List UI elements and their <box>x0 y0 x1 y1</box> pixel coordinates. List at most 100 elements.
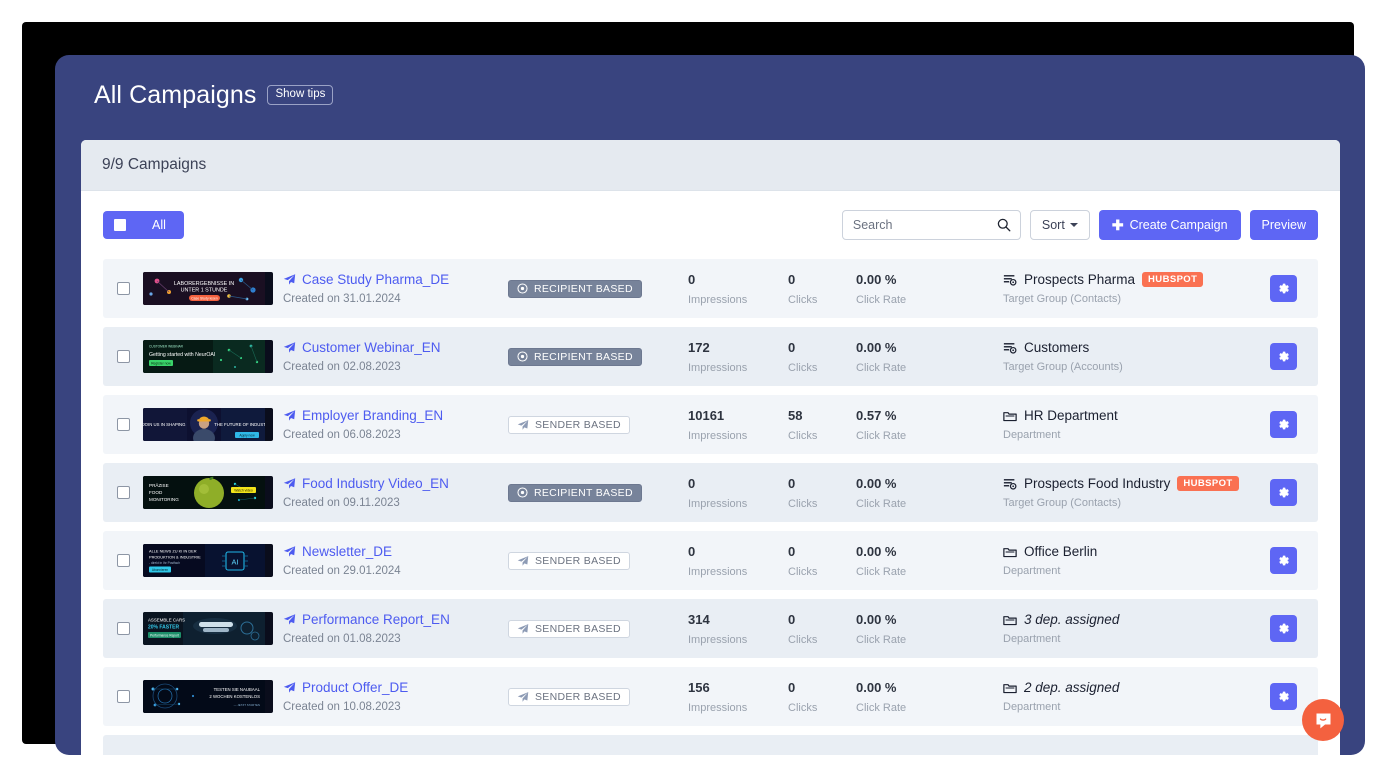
click-rate-cell: 0.57 %Click Rate <box>856 408 1003 442</box>
campaign-type-cell: RECIPIENT BASED <box>508 280 688 298</box>
svg-text:Abonnieren: Abonnieren <box>152 568 169 572</box>
svg-text:LABORERGEBNISSE IN: LABORERGEBNISSE IN <box>174 281 234 287</box>
device-bezel: All Campaigns Show tips 9/9 Campaigns Al… <box>22 22 1354 744</box>
table-row[interactable]: TESTEN SIE NAUBAAL2 WOCHEN KOSTENLOS— JE… <box>103 667 1318 726</box>
campaign-thumbnail: PRÄZISEFOODMONITORINGWatch video <box>143 476 273 509</box>
campaign-thumbnail: CUSTOMER WEBINARGetting started with Neu… <box>143 340 273 373</box>
clicks-value: 0 <box>788 612 856 627</box>
click-rate-value: 0.00 % <box>856 476 1003 491</box>
target-sublabel: Target Group (Contacts) <box>1003 497 1248 509</box>
campaign-thumbnail: LABORERGEBNISSE INUNTER 1 STUNDECase Stu… <box>143 272 273 305</box>
target-cell: Customers Target Group (Accounts) <box>1003 340 1248 373</box>
select-all-label: All <box>152 218 166 232</box>
campaign-name-cell: Case Study Pharma_DECreated on 31.01.202… <box>273 272 508 305</box>
svg-text:Watch video: Watch video <box>234 488 253 492</box>
campaign-name-link[interactable]: Newsletter_DE <box>283 544 508 559</box>
table-row[interactable]: CUSTOMER WEBINARGetting started with Neu… <box>103 327 1318 386</box>
preview-button[interactable]: Preview <box>1250 210 1318 240</box>
show-tips-button[interactable]: Show tips <box>267 85 333 106</box>
search-box[interactable] <box>842 210 1021 240</box>
campaign-name-link[interactable]: Case Study Pharma_DE <box>283 272 508 287</box>
department-icon <box>1003 681 1017 695</box>
svg-text:AI: AI <box>232 557 239 566</box>
campaign-name-link[interactable]: Employer Branding_EN <box>283 408 508 423</box>
target-name: Prospects Food Industry <box>1024 476 1170 491</box>
impressions-cell: 10161Impressions <box>688 408 788 442</box>
svg-text:20% FASTER: 20% FASTER <box>148 625 180 631</box>
sender-paper-plane-icon <box>517 419 529 431</box>
target-sublabel: Target Group (Accounts) <box>1003 361 1248 373</box>
select-all-checkbox[interactable] <box>114 219 126 231</box>
campaign-name-text: Employer Branding_EN <box>302 408 443 423</box>
send-icon <box>283 341 296 354</box>
row-settings-button[interactable] <box>1270 343 1297 370</box>
row-settings-button[interactable] <box>1270 275 1297 302</box>
campaign-created-date: Created on 10.08.2023 <box>283 701 508 713</box>
toolbar-actions: Sort ✚ Create Campaign Preview <box>842 210 1318 240</box>
campaign-name-link[interactable]: Performance Report_EN <box>283 612 508 627</box>
sort-button[interactable]: Sort <box>1030 210 1090 240</box>
table-row[interactable] <box>103 735 1318 755</box>
create-campaign-button[interactable]: ✚ Create Campaign <box>1099 210 1241 240</box>
click-rate-label: Click Rate <box>856 498 1003 510</box>
select-all-button[interactable]: All <box>103 211 184 239</box>
row-settings-button[interactable] <box>1270 683 1297 710</box>
target-cell: 2 dep. assignedDepartment <box>1003 680 1248 713</box>
impressions-label: Impressions <box>688 362 788 374</box>
search-input[interactable] <box>843 211 1020 239</box>
table-row[interactable]: AIALLE NEWS ZU KI IN DERPRODUKTION & IND… <box>103 531 1318 590</box>
campaign-type-label: SENDER BASED <box>535 623 621 635</box>
row-settings-button[interactable] <box>1270 615 1297 642</box>
impressions-value: 0 <box>688 272 788 287</box>
click-rate-cell: 0.00 % Click Rate <box>856 476 1003 510</box>
campaign-type-cell: SENDER BASED <box>508 416 688 434</box>
table-row[interactable]: ASSEMBLE CARS20% FASTERPerformance Repor… <box>103 599 1318 658</box>
campaign-name-link[interactable]: Product Offer_DE <box>283 680 508 695</box>
clicks-label: Clicks <box>788 566 856 578</box>
impressions-value: 0 <box>688 476 788 491</box>
table-row[interactable]: LABORERGEBNISSE INUNTER 1 STUNDECase Stu… <box>103 259 1318 318</box>
row-select-checkbox[interactable] <box>103 622 143 635</box>
campaign-type-label: RECIPIENT BASED <box>534 283 633 295</box>
row-settings-button[interactable] <box>1270 479 1297 506</box>
row-settings-button[interactable] <box>1270 547 1297 574</box>
click-rate-label: Click Rate <box>856 362 1003 374</box>
campaign-type-cell: SENDER BASED <box>508 688 688 706</box>
target-group-icon <box>1003 477 1017 491</box>
campaign-name-cell: Food Industry Video_ENCreated on 09.11.2… <box>273 476 508 509</box>
campaign-name-cell: Employer Branding_ENCreated on 06.08.202… <box>273 408 508 441</box>
clicks-value: 0 <box>788 680 856 695</box>
click-rate-cell: 0.00 %Click Rate <box>856 612 1003 646</box>
impressions-value: 172 <box>688 340 788 355</box>
click-rate-cell: 0.00 %Click Rate <box>856 544 1003 578</box>
campaign-name-link[interactable]: Food Industry Video_EN <box>283 476 508 491</box>
table-row[interactable]: JOIN US IN SHAPINGTHE FUTURE OF INDUSTRY… <box>103 395 1318 454</box>
clicks-value: 0 <box>788 272 856 287</box>
row-settings-button[interactable] <box>1270 411 1297 438</box>
row-select-checkbox[interactable] <box>103 690 143 703</box>
svg-text:Performance Report: Performance Report <box>150 633 179 637</box>
chevron-down-icon <box>1070 223 1078 227</box>
click-rate-label: Click Rate <box>856 702 1003 714</box>
campaign-type-badge: SENDER BASED <box>508 552 630 570</box>
campaign-type-label: RECIPIENT BASED <box>534 351 633 363</box>
row-select-checkbox[interactable] <box>103 554 143 567</box>
target-name: Customers <box>1024 340 1089 355</box>
campaign-name-text: Customer Webinar_EN <box>302 340 441 355</box>
row-actions-cell <box>1248 411 1318 438</box>
table-row[interactable]: PRÄZISEFOODMONITORINGWatch videoFood Ind… <box>103 463 1318 522</box>
campaign-type-label: SENDER BASED <box>535 691 621 703</box>
clicks-value: 0 <box>788 340 856 355</box>
row-select-checkbox[interactable] <box>103 350 143 363</box>
campaign-name-link[interactable]: Customer Webinar_EN <box>283 340 508 355</box>
clicks-cell: 0Clicks <box>788 544 856 578</box>
click-rate-label: Click Rate <box>856 566 1003 578</box>
gear-icon <box>1277 350 1290 363</box>
row-select-checkbox[interactable] <box>103 418 143 431</box>
row-select-checkbox[interactable] <box>103 486 143 499</box>
hubspot-badge: HUBSPOT <box>1177 476 1238 492</box>
campaign-type-badge: RECIPIENT BASED <box>508 280 642 298</box>
intercom-launcher-button[interactable] <box>1302 699 1344 741</box>
clicks-cell: 0Clicks <box>788 272 856 306</box>
row-select-checkbox[interactable] <box>103 282 143 295</box>
